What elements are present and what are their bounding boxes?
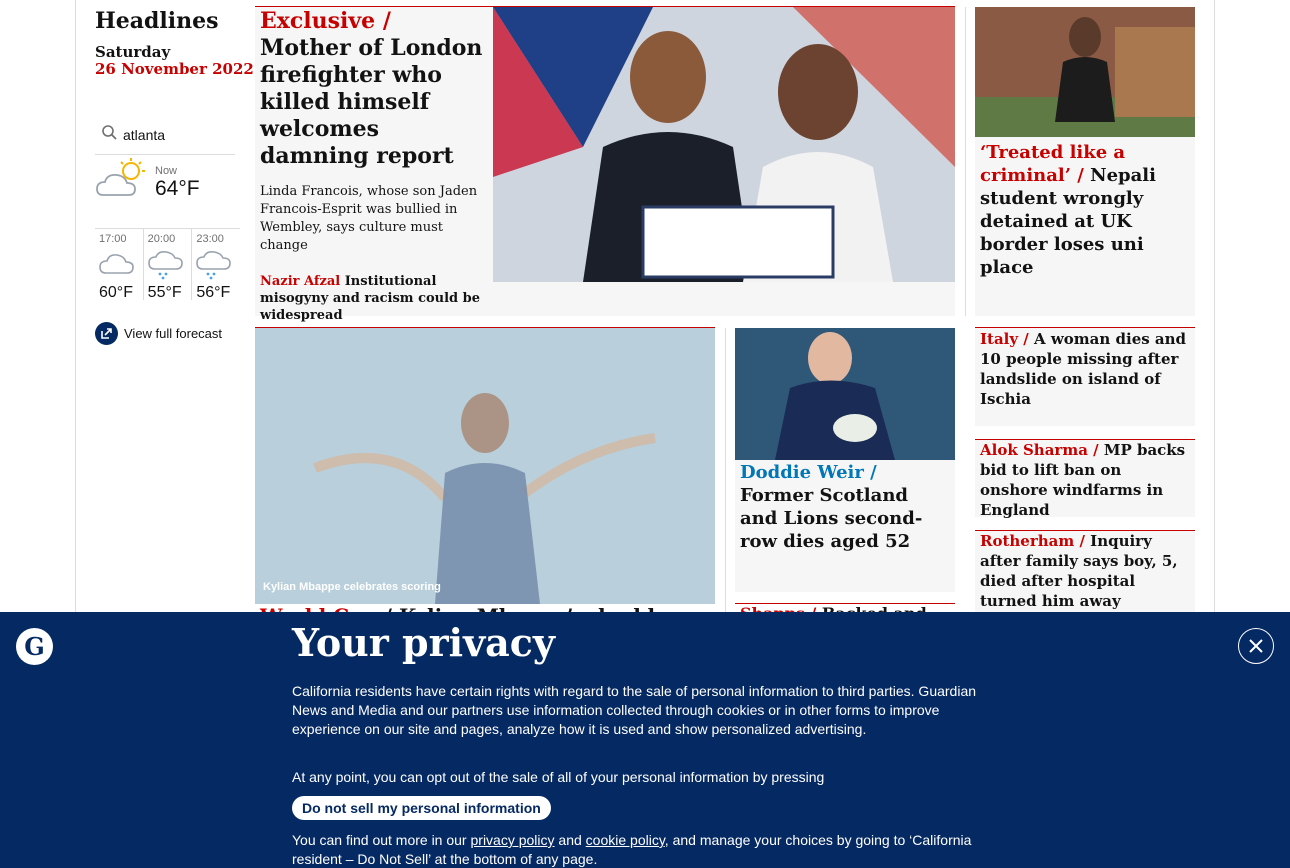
privacy-text: California residents have certain rights… — [292, 683, 977, 737]
external-link-icon — [95, 322, 118, 345]
privacy-more-start: You can find out more in our — [292, 832, 471, 848]
privacy-banner: G Your privacy California residents have… — [0, 612, 1290, 868]
view-full-forecast-label: View full forecast — [124, 326, 223, 341]
forecast-time: 20:00 — [147, 233, 176, 245]
forecast-temp: 60°F — [99, 284, 133, 301]
headline-kicker: Italy / — [980, 330, 1035, 348]
cookie-policy-link[interactable]: cookie policy — [586, 832, 665, 848]
page: Headlines Saturday 26 November 2022 Now … — [0, 0, 1290, 868]
privacy-opt-out-text: At any point, you can opt out of the sal… — [292, 769, 825, 785]
right-story-headline[interactable]: ‘Treated like a criminal’ / Nepali stude… — [980, 141, 1190, 279]
main-standfirst: Linda Francois, whose son Jaden Francois… — [260, 184, 478, 253]
privacy-and: and — [554, 832, 586, 848]
headline-kicker: Rotherham / — [980, 532, 1091, 550]
now-label: Now — [155, 165, 178, 177]
rail-date: 26 November 2022 — [95, 60, 254, 78]
doddie-headline[interactable]: Doddie Weir / Former Scotland and Lions … — [740, 461, 950, 553]
column-separator — [725, 328, 726, 612]
headline-kicker: Alok Sharma / — [980, 441, 1104, 459]
rain-cloud-icon — [196, 251, 232, 280]
search-icon — [102, 125, 117, 140]
rail-day: Saturday — [95, 43, 171, 61]
privacy-policy-link[interactable]: privacy policy — [471, 832, 555, 848]
side-story-item[interactable]: Italy / A woman dies and 10 people missi… — [980, 329, 1190, 409]
view-full-forecast-link[interactable]: View full forecast — [95, 322, 222, 345]
close-icon — [1249, 639, 1263, 653]
rain-cloud-icon — [147, 251, 183, 280]
close-banner-button[interactable] — [1238, 628, 1274, 664]
image-caption: Kylian Mbappe celebrates scoring — [263, 581, 441, 593]
main-headline[interactable]: Exclusive / Mother of London firefighter… — [260, 8, 488, 170]
nepali-student-image[interactable] — [975, 7, 1195, 137]
sublink-kicker: Nazir Afzal — [260, 274, 341, 289]
headline-kicker: Doddie Weir / — [740, 462, 877, 483]
forecast-slot: 17:00 60°F — [95, 229, 143, 301]
privacy-title: Your privacy — [292, 620, 555, 665]
headline-kicker: Exclusive / — [260, 8, 391, 34]
weather-location-search[interactable] — [95, 122, 235, 155]
forecast-slot: 20:00 55°F — [142, 229, 192, 301]
do-not-sell-button[interactable]: Do not sell my personal information — [292, 796, 551, 820]
guardian-logo: G — [16, 628, 53, 665]
privacy-more-text: You can find out more in our privacy pol… — [292, 831, 1002, 868]
column-separator — [965, 7, 966, 316]
side-story-item[interactable]: Alok Sharma / MP backs bid to lift ban o… — [980, 440, 1190, 520]
hourly-forecast: 17:00 60°F 20:00 55°F 23:00 56°F — [95, 228, 240, 301]
forecast-time: 17:00 — [99, 233, 127, 245]
headline-text: Former Scotland and Lions second-row die… — [740, 485, 923, 552]
now-temperature: 64°F — [155, 177, 200, 200]
forecast-slot: 23:00 56°F — [191, 229, 240, 301]
doddie-weir-image[interactable] — [735, 328, 955, 460]
partly-sunny-icon — [96, 158, 145, 196]
location-input[interactable] — [123, 122, 233, 148]
forecast-temp: 55°F — [147, 284, 182, 301]
main-story-image[interactable] — [493, 7, 955, 282]
side-story-item[interactable]: Rotherham / Inquiry after family says bo… — [980, 531, 1190, 611]
cloud-icon — [99, 254, 134, 274]
sublink[interactable]: Nazir Afzal Institutional misogyny and r… — [260, 273, 488, 324]
headline-text: Mother of London firefighter who killed … — [260, 35, 483, 169]
mbappe-image[interactable] — [255, 328, 715, 604]
section-title: Headlines — [95, 8, 219, 34]
forecast-time: 23:00 — [196, 233, 224, 245]
forecast-temp: 56°F — [196, 284, 231, 301]
divider — [975, 327, 1195, 328]
